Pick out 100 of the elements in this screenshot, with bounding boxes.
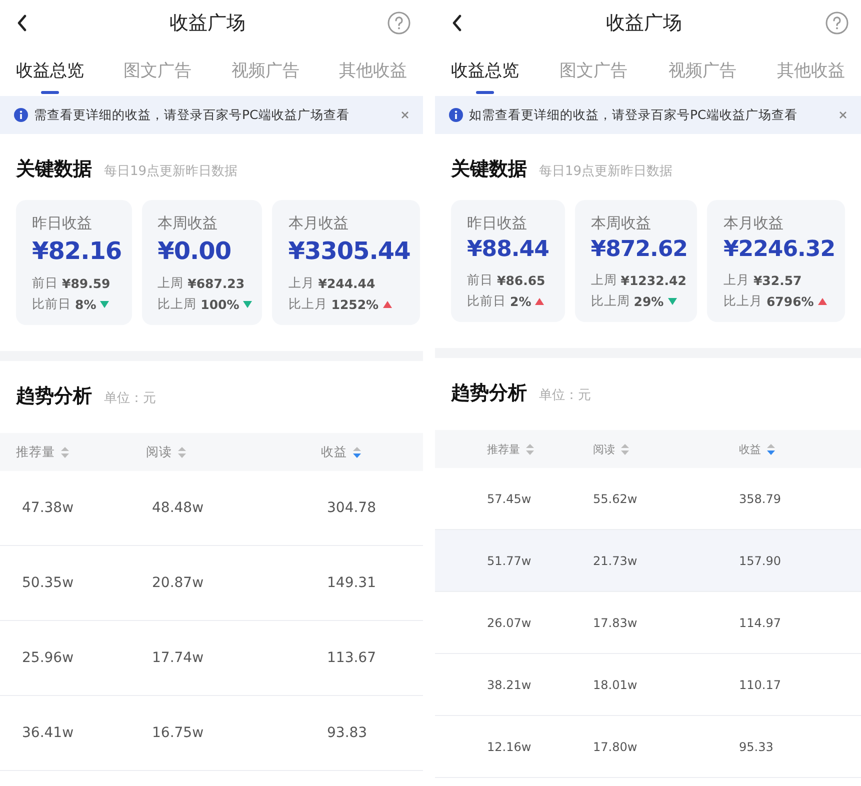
- help-button[interactable]: [823, 9, 851, 37]
- tab[interactable]: 其他收益: [776, 46, 845, 94]
- section-title: 趋势分析: [16, 384, 92, 409]
- table-cell-text: 113.67: [327, 650, 377, 666]
- notice-text: 需查看更详细的收益，请登录百家号PC端收益广场查看: [34, 106, 350, 124]
- table-cell-text: 48.48w: [152, 500, 205, 516]
- table-cell-text: 26.07w: [487, 616, 532, 630]
- notice-text: 如需查看更详细的收益，请登录百家号PC端收益广场查看: [469, 106, 798, 124]
- compare-value: 100%: [200, 297, 240, 312]
- help-button[interactable]: [385, 9, 413, 37]
- table-row[interactable]: 51.77w 21.73w 157.90: [435, 530, 861, 592]
- table-cell-text: 114.97: [739, 616, 782, 630]
- compare-value: 6796%: [766, 294, 814, 309]
- table-cell-text: 38.21w: [487, 678, 532, 692]
- stat-amount: ¥82.16: [32, 237, 122, 265]
- table-cell-text: 16.75w: [152, 725, 205, 741]
- compare-value: ¥1232.42: [620, 273, 686, 288]
- column-header[interactable]: 收益: [321, 444, 347, 460]
- compare-label: 上周: [590, 272, 617, 289]
- stat-label: 昨日收益: [32, 214, 93, 233]
- section-subtitle: 单位：元: [539, 387, 591, 404]
- table-cell-text: 36.41w: [22, 725, 75, 741]
- compare-label: 前日: [32, 275, 58, 292]
- table-cell-text: 358.79: [739, 492, 782, 506]
- compare-label: 比上周: [590, 293, 630, 310]
- stat-label: 本周收益: [158, 214, 219, 233]
- compare-value: 8%: [75, 297, 96, 312]
- section-title: 趋势分析: [451, 381, 527, 406]
- column-header[interactable]: 阅读: [146, 444, 172, 460]
- table-cell-text: 51.77w: [487, 554, 532, 568]
- stat-amount: ¥2246.32: [723, 237, 835, 262]
- section-subtitle: 单位：元: [104, 390, 156, 407]
- table-cell-text: 20.87w: [152, 575, 205, 591]
- table-cell-text: 110.17: [739, 678, 782, 692]
- stat-label: 本月收益: [288, 214, 350, 233]
- compare-label: 前日: [467, 272, 493, 289]
- table-cell-text: 149.31: [327, 575, 377, 591]
- close-icon: [839, 111, 847, 119]
- back-icon: [451, 14, 463, 32]
- compare-label: 上月: [288, 275, 314, 292]
- help-icon: [825, 11, 849, 35]
- tab[interactable]: 视频广告: [231, 46, 300, 94]
- table-cell-text: 17.74w: [152, 650, 205, 666]
- compare-label: 上周: [158, 275, 184, 292]
- table-cell-text: 21.73w: [593, 554, 638, 568]
- compare-label: 上月: [723, 272, 750, 289]
- compare-label: 比前日: [467, 293, 506, 310]
- tab[interactable]: 其他收益: [338, 46, 407, 94]
- table-cell-text: 157.90: [739, 554, 782, 568]
- table-cell-text: 55.62w: [593, 492, 638, 506]
- compare-value: ¥32.57: [753, 273, 802, 288]
- section-subtitle: 每日19点更新昨日数据: [539, 163, 673, 180]
- tab[interactable]: 图文广告: [560, 46, 628, 94]
- close-icon: [401, 111, 409, 119]
- table-cell-text: 57.45w: [487, 492, 532, 506]
- stat-amount: ¥0.00: [158, 237, 232, 265]
- compare-value: 29%: [634, 294, 664, 309]
- compare-value: ¥687.23: [188, 276, 245, 291]
- section-title: 关键数据: [16, 157, 92, 182]
- stat-amount: ¥3305.44: [288, 237, 410, 265]
- table-cell-text: 12.16w: [487, 740, 532, 754]
- section-title: 关键数据: [451, 157, 527, 182]
- stat-label: 昨日收益: [467, 214, 528, 233]
- page-title: 收益广场: [170, 11, 246, 36]
- tab[interactable]: 收益总览: [451, 46, 519, 94]
- table-cell-text: 95.33: [739, 740, 774, 754]
- compare-label: 比前日: [32, 296, 71, 313]
- info-icon: [449, 108, 463, 122]
- info-icon: [14, 108, 28, 122]
- back-icon: [16, 14, 28, 32]
- compare-value: ¥89.59: [62, 276, 110, 291]
- table-cell-text: 25.96w: [22, 650, 75, 666]
- help-icon: [387, 11, 411, 35]
- compare-label: 比上周: [158, 296, 197, 313]
- stat-amount: ¥872.62: [590, 237, 688, 262]
- stat-label: 本月收益: [723, 214, 784, 233]
- table-cell-text: 17.80w: [593, 740, 638, 754]
- stat-label: 本周收益: [590, 214, 652, 233]
- compare-value: ¥86.65: [497, 273, 546, 288]
- column-header[interactable]: 收益: [739, 442, 761, 456]
- table-cell-text: 17.83w: [593, 616, 638, 630]
- column-header[interactable]: 推荐量: [487, 442, 520, 456]
- stat-amount: ¥88.44: [467, 237, 550, 262]
- tab[interactable]: 收益总览: [16, 46, 84, 94]
- compare-value: 2%: [510, 294, 532, 309]
- tab[interactable]: 视频广告: [668, 46, 736, 94]
- table-cell-text: 50.35w: [22, 575, 75, 591]
- table-cell-text: 304.78: [327, 500, 377, 516]
- compare-label: 比上月: [288, 296, 328, 313]
- table-cell-text: 93.83: [327, 725, 368, 741]
- section-subtitle: 每日19点更新昨日数据: [104, 163, 238, 180]
- column-header[interactable]: 阅读: [593, 442, 615, 456]
- page-title: 收益广场: [606, 11, 682, 36]
- table-cell-text: 47.38w: [22, 500, 75, 516]
- tab[interactable]: 图文广告: [124, 46, 192, 94]
- compare-label: 比上月: [723, 293, 762, 310]
- column-header[interactable]: 推荐量: [16, 444, 55, 460]
- compare-value: ¥244.44: [318, 276, 376, 291]
- table-cell-text: 18.01w: [593, 678, 638, 692]
- compare-value: 1252%: [331, 297, 379, 312]
